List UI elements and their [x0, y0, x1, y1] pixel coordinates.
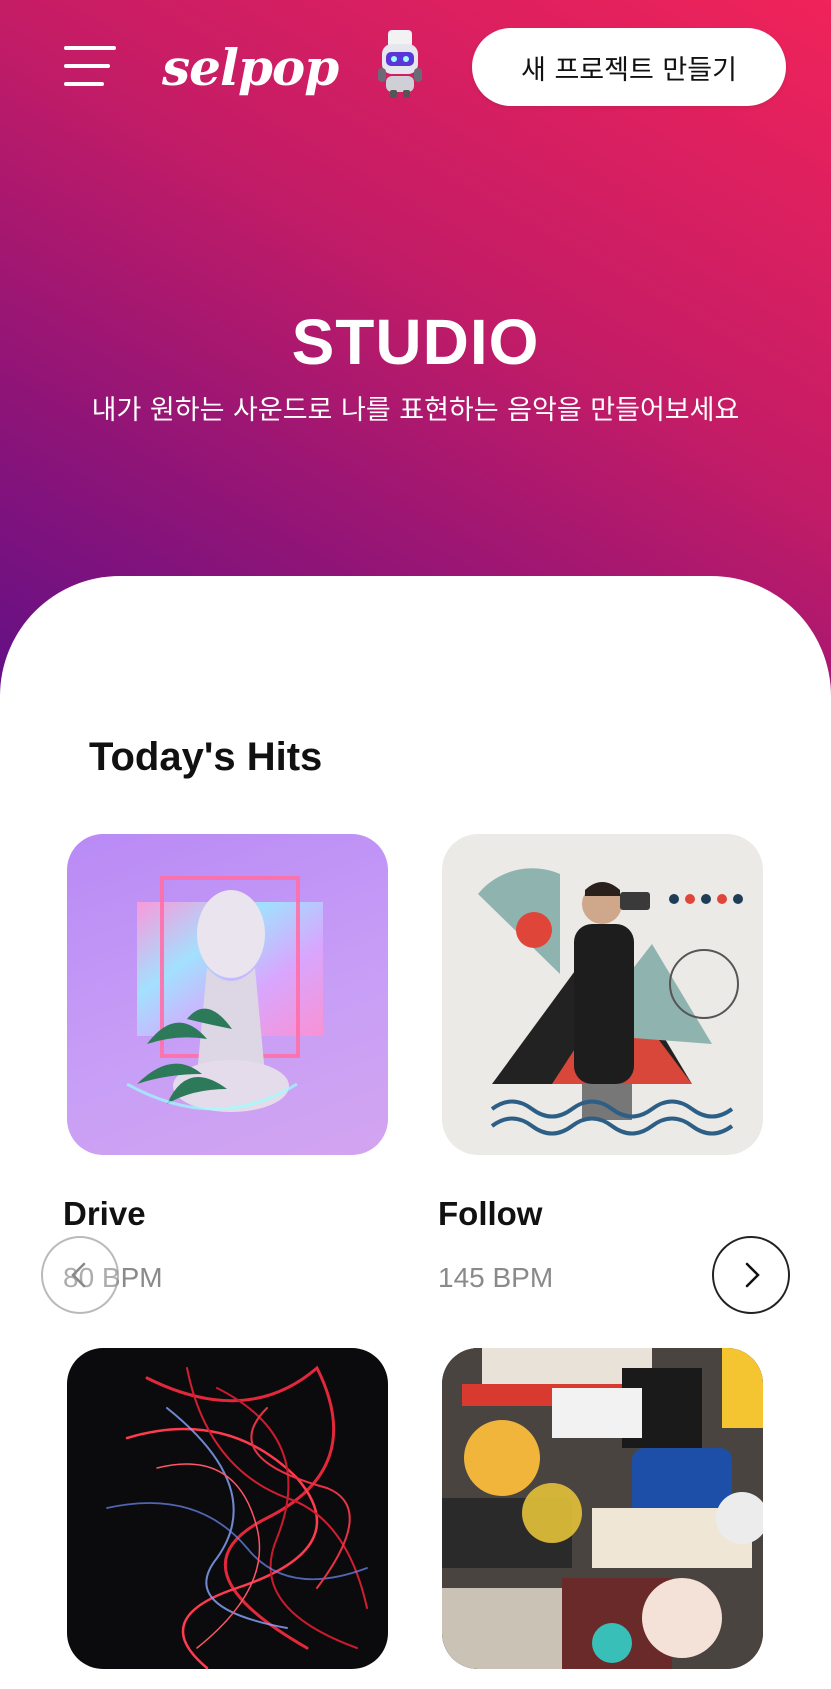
page-title: STUDIO: [291, 306, 540, 378]
new-project-button[interactable]: 새 프로젝트 만들기: [472, 28, 786, 106]
chevron-left-icon: [71, 1262, 86, 1288]
carousel-next-button[interactable]: [712, 1236, 790, 1314]
album-art-light-trails[interactable]: [67, 1348, 388, 1669]
album-art-sticker-collage[interactable]: [442, 1348, 763, 1669]
album-art-drive[interactable]: [67, 834, 388, 1155]
robot-mascot-icon[interactable]: [374, 28, 426, 100]
app-logo[interactable]: selpop: [162, 38, 339, 97]
chevron-right-icon: [745, 1262, 760, 1288]
track-bpm-follow: 145 BPM: [438, 1262, 554, 1293]
section-title-todays-hits: Today's Hits: [89, 735, 323, 779]
track-title-drive[interactable]: Drive: [63, 1195, 146, 1233]
page-subtitle: 내가 원하는 사운드로 나를 표현하는 음악을 만들어보세요: [91, 395, 740, 426]
track-title-follow[interactable]: Follow: [438, 1195, 542, 1233]
album-art-follow[interactable]: [442, 834, 763, 1155]
carousel-prev-button[interactable]: [41, 1236, 119, 1314]
hamburger-menu-icon[interactable]: [64, 44, 116, 88]
